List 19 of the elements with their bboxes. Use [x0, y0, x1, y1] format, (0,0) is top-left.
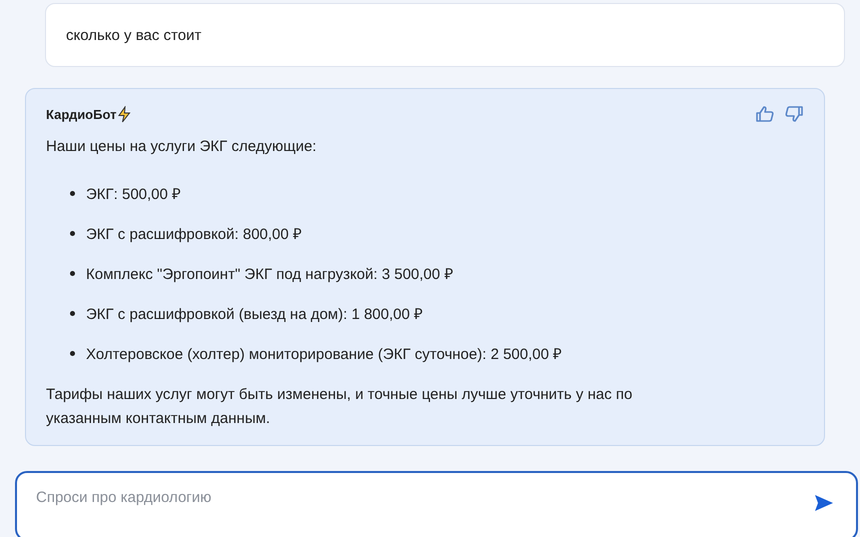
- bullet-icon: [70, 350, 75, 356]
- bot-name: КардиоБот: [46, 106, 116, 122]
- bullet-icon: [70, 310, 75, 316]
- message-text: сколько у вас стоит: [66, 26, 202, 44]
- bullet-icon: [70, 190, 75, 196]
- lightning-icon: [117, 106, 132, 122]
- price-item: ЭКГ: 500,00 ₽: [86, 185, 182, 203]
- thumbs-up-icon[interactable]: [755, 105, 775, 123]
- thumbs-down-icon[interactable]: [784, 105, 804, 123]
- message-text: Тарифы наших услуг могут быть изменены, и точные цены лучше уточнить у нас по указанным контактным данным.: [46, 385, 634, 429]
- price-item: ЭКГ с расшифровкой: 800,00 ₽: [86, 225, 302, 243]
- send-icon[interactable]: [814, 494, 834, 512]
- price-item: Холтеровское (холтер) мониторирование (ЭКГ суточное): 2 500,00 ₽: [86, 345, 562, 363]
- message-text: Наши цены на услуги ЭКГ следующие:: [46, 137, 318, 157]
- price-item: ЭКГ с расшифровкой (выезд на дом): 1 800,00 ₽: [86, 305, 424, 323]
- chat-input-field[interactable]: Спроси про кардиологию: [15, 471, 858, 537]
- bullet-icon: [70, 270, 75, 276]
- bullet-icon: [70, 230, 75, 236]
- price-item: Комплекс "Эргопоинт" ЭКГ под нагрузкой: 3 500,00 ₽: [86, 265, 454, 283]
